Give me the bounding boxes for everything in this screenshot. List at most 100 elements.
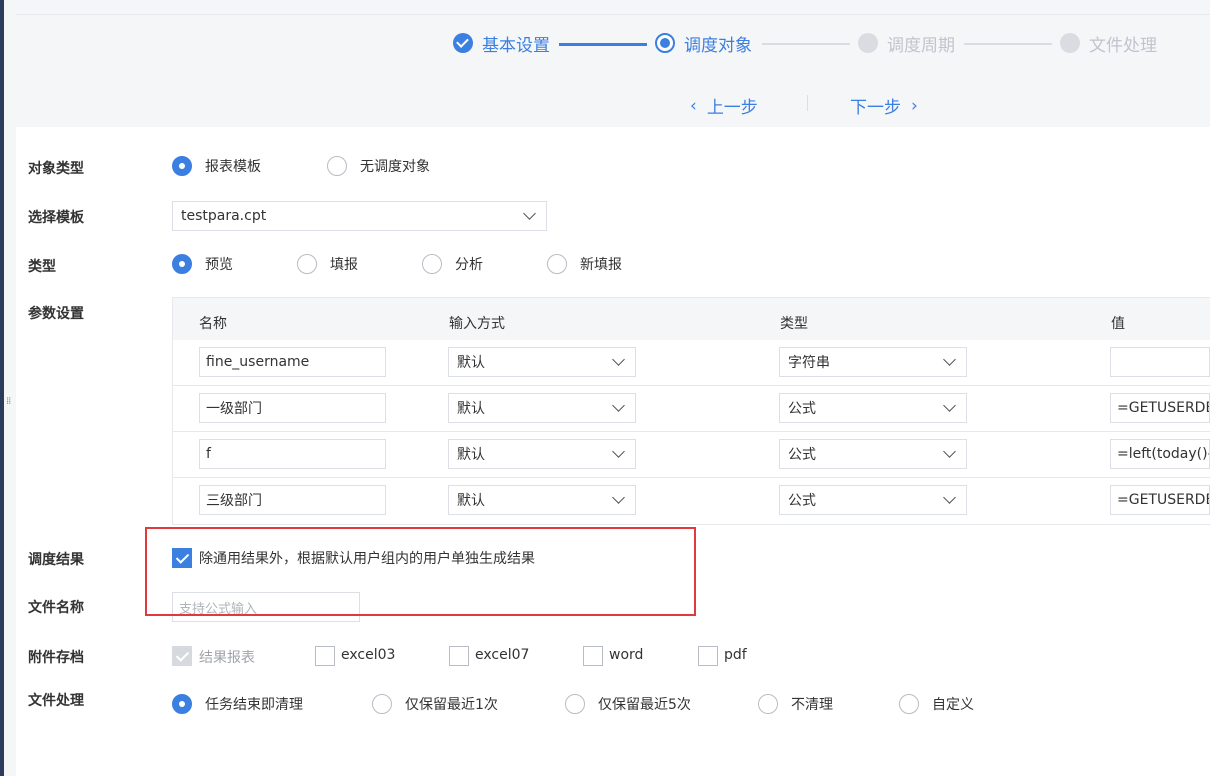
header-value: 值: [1111, 316, 1125, 332]
step-label: 基本设置: [482, 35, 550, 56]
chevron-down-icon: [612, 399, 625, 412]
step-connector: [559, 43, 647, 46]
radio-label: 填报: [330, 257, 358, 273]
radio-keep-last-5[interactable]: 仅保留最近5次: [565, 694, 691, 714]
word-text: word: [609, 647, 644, 663]
radio-analysis[interactable]: 分析: [422, 254, 483, 274]
radio-custom[interactable]: 自定义: [899, 694, 974, 714]
file-handling-label: 文件处理: [28, 693, 84, 709]
row-divider: [173, 477, 1210, 478]
top-divider: [16, 14, 1210, 15]
param-input-select[interactable]: 默认: [448, 393, 636, 423]
param-name-input[interactable]: 一级部门: [199, 393, 386, 423]
attachments-label: 附件存档: [28, 650, 84, 666]
pending-step-icon: [1060, 33, 1080, 53]
excel03-text: excel03: [341, 647, 396, 663]
nav-divider: [807, 95, 808, 111]
param-type-select[interactable]: 字符串: [779, 347, 967, 377]
chevron-down-icon: [523, 207, 536, 220]
params-table-header: [173, 298, 1210, 340]
param-type-select[interactable]: 公式: [779, 393, 967, 423]
param-name-input[interactable]: 三级部门: [199, 485, 386, 515]
param-value-input[interactable]: [1110, 347, 1210, 377]
step-file-handling[interactable]: 文件处理: [1060, 32, 1157, 56]
param-input-select[interactable]: 默认: [448, 485, 636, 515]
chevron-down-icon: [612, 445, 625, 458]
radio-report-template[interactable]: 报表模板: [172, 156, 261, 176]
step-schedule-period[interactable]: 调度周期: [858, 32, 955, 56]
template-select[interactable]: testpara.cpt: [172, 201, 547, 231]
radio-off-icon: [297, 254, 317, 274]
radio-label: 报表模板: [205, 159, 261, 175]
radio-off-icon: [565, 694, 585, 714]
chevron-right-icon: ›: [911, 95, 918, 116]
row-divider: [173, 431, 1210, 432]
radio-off-icon: [547, 254, 567, 274]
excel07-checkbox[interactable]: [449, 646, 469, 666]
resize-grip-icon[interactable]: ⁞⁞: [6, 397, 12, 416]
type-label: 类型: [28, 259, 56, 275]
param-value-input[interactable]: =GETUSERDE: [1110, 393, 1210, 423]
next-step-button[interactable]: 下一步 ›: [850, 93, 918, 119]
params-label: 参数设置: [28, 306, 84, 322]
radio-label: 不清理: [791, 697, 833, 713]
radio-clean-on-finish[interactable]: 任务结束即清理: [172, 694, 303, 714]
chevron-down-icon: [612, 353, 625, 366]
radio-label: 无调度对象: [360, 159, 430, 175]
pdf-checkbox[interactable]: [698, 646, 718, 666]
active-step-icon: [655, 33, 675, 53]
row-divider: [173, 385, 1210, 386]
radio-keep-last-1[interactable]: 仅保留最近1次: [372, 694, 498, 714]
header-name: 名称: [199, 316, 227, 332]
radio-label: 新填报: [580, 257, 622, 273]
radio-label: 仅保留最近5次: [598, 697, 691, 713]
radio-off-icon: [899, 694, 919, 714]
param-value-input[interactable]: =left(today()-: [1110, 439, 1210, 469]
step-basic-settings[interactable]: 基本设置: [453, 32, 550, 56]
radio-off-icon: [758, 694, 778, 714]
excel07-text: excel07: [475, 647, 530, 663]
radio-preview[interactable]: 预览: [172, 254, 233, 274]
step-label: 调度对象: [684, 35, 752, 56]
chevron-down-icon: [943, 445, 956, 458]
radio-on-icon: [172, 694, 192, 714]
prev-step-label: 上一步: [706, 98, 758, 118]
template-label: 选择模板: [28, 210, 84, 226]
word-checkbox[interactable]: [583, 646, 603, 666]
param-name-input[interactable]: fine_username: [199, 347, 386, 377]
select-value: 字符串: [788, 355, 830, 371]
excel03-checkbox[interactable]: [315, 646, 335, 666]
select-value: 公式: [788, 447, 816, 463]
select-value: 默认: [457, 493, 485, 509]
chevron-left-icon: ‹: [690, 95, 697, 116]
radio-no-clean[interactable]: 不清理: [758, 694, 833, 714]
select-value: 默认: [457, 447, 485, 463]
result-report-checkbox: [172, 646, 192, 666]
chevron-down-icon: [612, 491, 625, 504]
radio-label: 分析: [455, 257, 483, 273]
chevron-down-icon: [943, 491, 956, 504]
radio-on-icon: [172, 254, 192, 274]
radio-on-icon: [172, 156, 192, 176]
radio-off-icon: [422, 254, 442, 274]
step-connector: [762, 43, 850, 45]
param-input-select[interactable]: 默认: [448, 347, 636, 377]
radio-fill[interactable]: 填报: [297, 254, 358, 274]
param-type-select[interactable]: 公式: [779, 485, 967, 515]
param-input-select[interactable]: 默认: [448, 439, 636, 469]
select-value: 公式: [788, 401, 816, 417]
radio-no-schedule-object[interactable]: 无调度对象: [327, 156, 430, 176]
pending-step-icon: [858, 33, 878, 53]
param-value-input[interactable]: =GETUSERDE: [1110, 485, 1210, 515]
radio-label: 任务结束即清理: [205, 697, 303, 713]
select-value: 默认: [457, 401, 485, 417]
radio-off-icon: [327, 156, 347, 176]
file-name-label: 文件名称: [28, 600, 84, 616]
step-schedule-object[interactable]: 调度对象: [655, 32, 752, 56]
param-type-select[interactable]: 公式: [779, 439, 967, 469]
param-name-input[interactable]: f: [199, 439, 386, 469]
select-value: 默认: [457, 355, 485, 371]
prev-step-button[interactable]: ‹ 上一步: [690, 93, 758, 119]
radio-new-fill[interactable]: 新填报: [547, 254, 622, 274]
pdf-text: pdf: [724, 647, 747, 663]
